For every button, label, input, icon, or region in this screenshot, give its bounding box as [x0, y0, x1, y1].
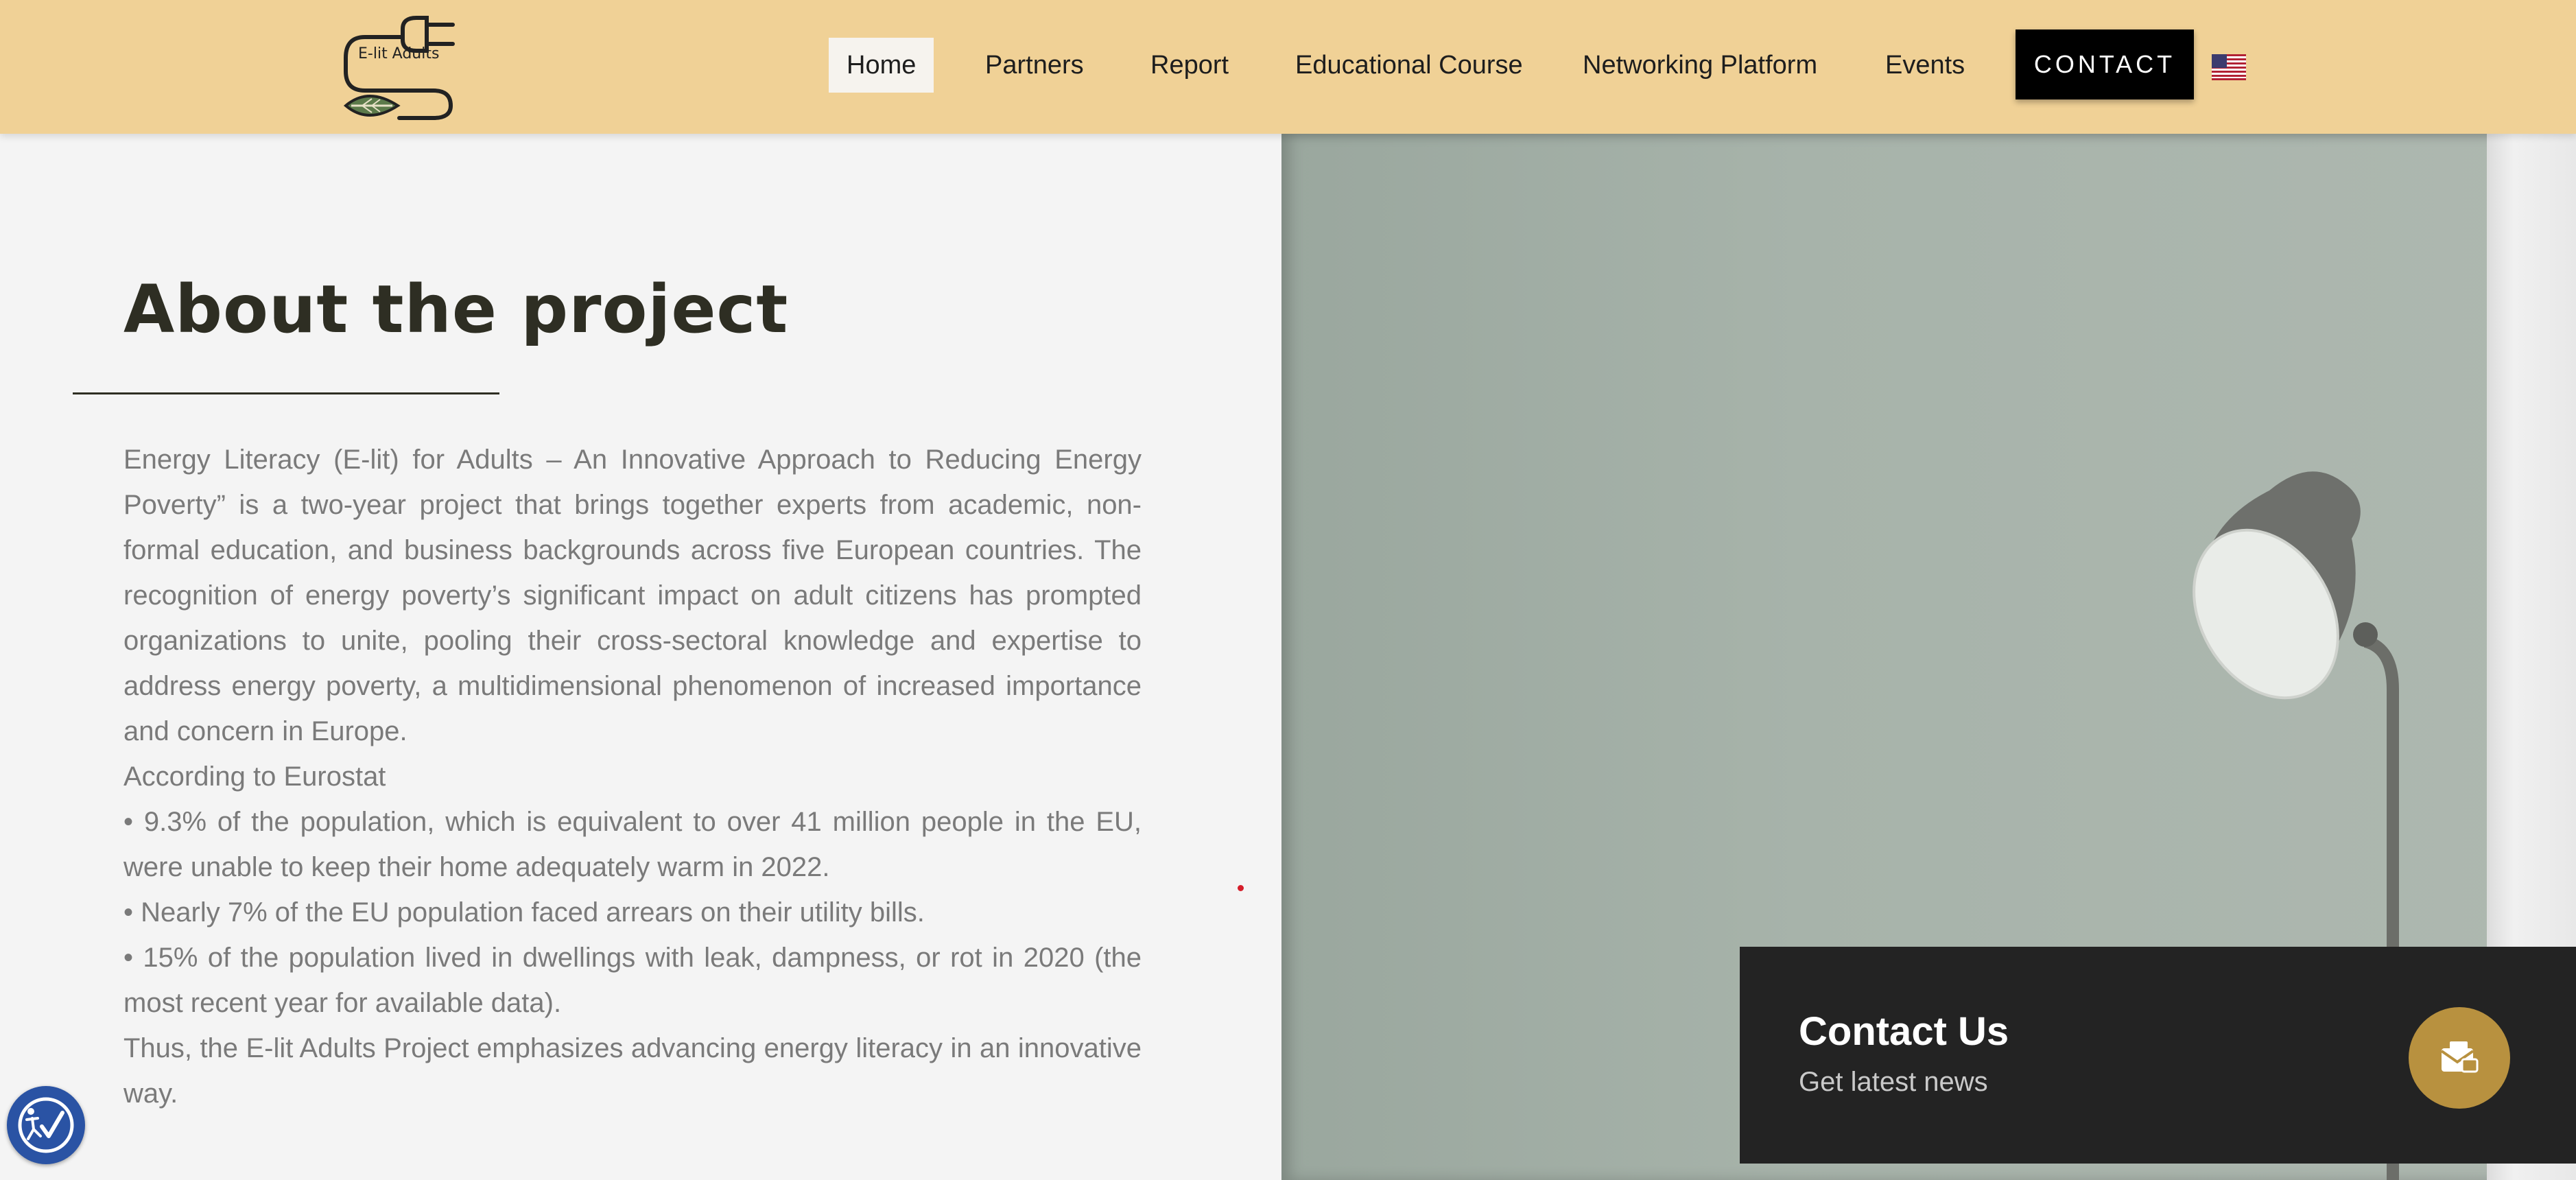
stat-item: • 15% of the population lived in dwellin… [123, 943, 1142, 1018]
title-divider [73, 392, 499, 394]
us-flag-icon[interactable] [2212, 54, 2246, 80]
contact-us-panel[interactable]: Contact Us Get latest news [1740, 947, 2576, 1164]
accessibility-widget[interactable] [7, 1086, 85, 1164]
intro-paragraph: Energy Literacy (E-lit) for Adults – An … [123, 445, 1142, 746]
contact-us-subtitle: Get latest news [1799, 1067, 1988, 1097]
about-section: About the project Energy Literacy (E-lit… [0, 134, 1281, 1180]
decorative-dot [1238, 885, 1244, 891]
site-logo[interactable]: E-lit Adults [338, 10, 461, 123]
nav-home[interactable]: Home [829, 38, 934, 93]
contact-button[interactable]: CONTACT [2016, 30, 2194, 99]
nav-events[interactable]: Events [1885, 38, 1965, 93]
nav-report[interactable]: Report [1150, 38, 1229, 93]
nav-partners[interactable]: Partners [985, 38, 1084, 93]
about-body: Energy Literacy (E-lit) for Adults – An … [123, 437, 1142, 1116]
stat-item: • Nearly 7% of the EU population faced a… [123, 897, 925, 928]
accessibility-icon [18, 1097, 74, 1153]
stat-item: • 9.3% of the population, which is equiv… [123, 807, 1142, 882]
contact-us-title: Contact Us [1799, 1009, 2009, 1054]
site-header: E-lit Adults Home Partners Report Educat… [0, 0, 2576, 134]
logo-text: E-lit Adults [358, 45, 440, 62]
newsletter-button[interactable] [2409, 1007, 2510, 1109]
nav-networking-platform[interactable]: Networking Platform [1583, 38, 1817, 93]
closing-paragraph: Thus, the E-lit Adults Project emphasize… [123, 1033, 1142, 1109]
eurostat-heading: According to Eurostat [123, 762, 386, 792]
newsletter-icon [2440, 1041, 2479, 1073]
plug-leaf-logo-icon [343, 16, 455, 120]
nav-educational-course[interactable]: Educational Course [1295, 38, 1523, 93]
page-title: About the project [123, 271, 789, 348]
